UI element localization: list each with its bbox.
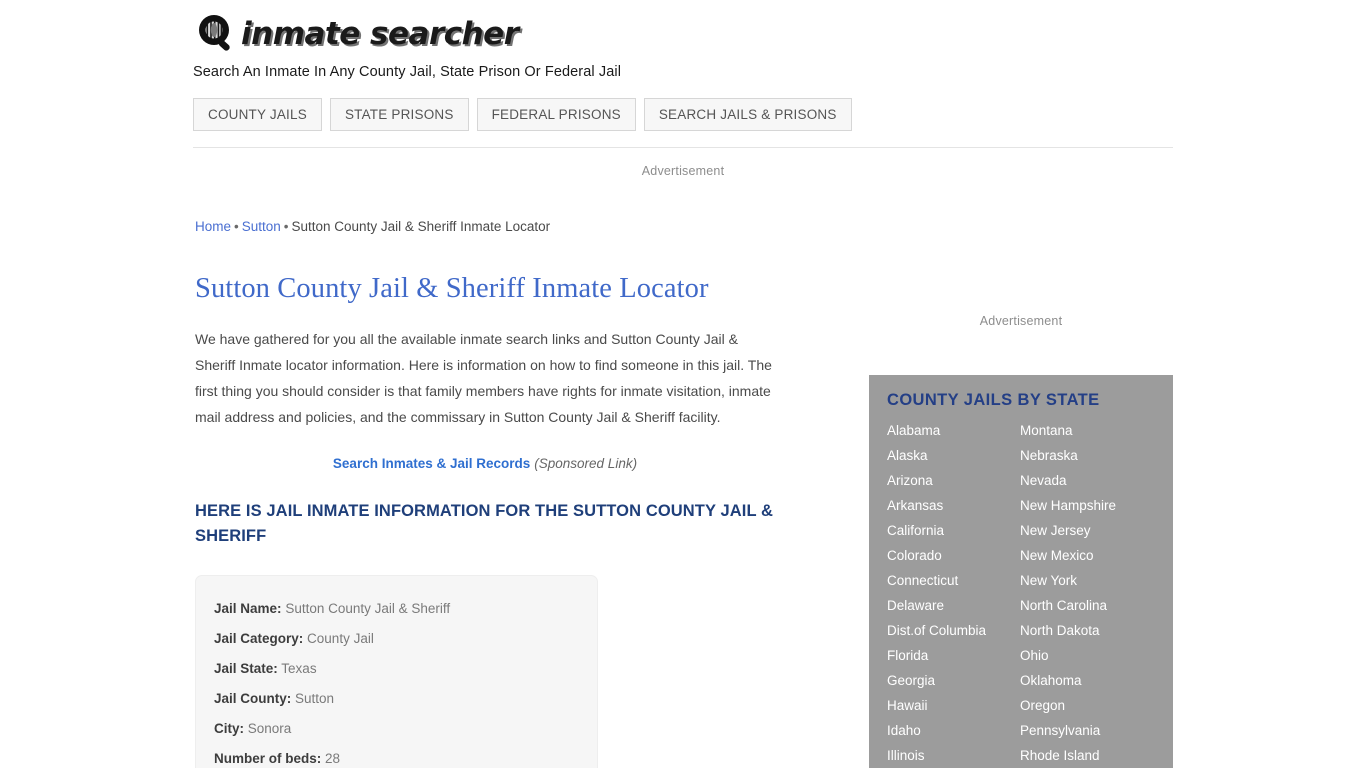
site-header: inmate searcher Search An Inmate In Any … bbox=[193, 10, 1173, 80]
breadcrumb-separator-2: • bbox=[283, 219, 289, 234]
info-value-jail-name: Sutton County Jail & Sheriff bbox=[285, 601, 451, 616]
magnifier-prison-icon bbox=[193, 11, 239, 57]
info-label-number-of-beds: Number of beds: bbox=[214, 751, 322, 766]
breadcrumb-separator-1: • bbox=[234, 219, 239, 234]
state-link-new-york[interactable]: New York bbox=[1020, 568, 1155, 593]
section-heading: HERE IS JAIL INMATE INFORMATION FOR THE … bbox=[195, 502, 774, 545]
state-link-north-dakota[interactable]: North Dakota bbox=[1020, 618, 1155, 643]
state-link-pennsylvania[interactable]: Pennsylvania bbox=[1020, 718, 1155, 743]
info-row: Jail County: Sutton bbox=[214, 684, 579, 714]
nav-item-search-jails-prisons[interactable]: SEARCH JAILS & PRISONS bbox=[643, 98, 852, 131]
state-link-new-mexico[interactable]: New Mexico bbox=[1020, 543, 1155, 568]
site-logo[interactable]: inmate searcher bbox=[193, 10, 1173, 58]
info-value-jail-county: Sutton bbox=[295, 691, 335, 706]
state-link-hawaii[interactable]: Hawaii bbox=[887, 693, 1020, 718]
state-link-nebraska[interactable]: Nebraska bbox=[1020, 443, 1155, 468]
nav-item-state-prisons[interactable]: STATE PRISONS bbox=[329, 98, 469, 131]
state-link-new-hampshire[interactable]: New Hampshire bbox=[1020, 493, 1155, 518]
info-label-jail-category: Jail Category: bbox=[214, 631, 304, 646]
sidebar-county-jails-by-state: COUNTY JAILS BY STATE Alabama Alaska Ari… bbox=[869, 375, 1173, 768]
page-root: inmate searcher Search An Inmate In Any … bbox=[0, 0, 1366, 768]
state-link-illinois[interactable]: Illinois bbox=[887, 743, 1020, 768]
info-label-jail-county: Jail County: bbox=[214, 691, 292, 706]
state-link-north-carolina[interactable]: North Carolina bbox=[1020, 593, 1155, 618]
info-row: Number of beds: 28 bbox=[214, 744, 579, 768]
state-link-oklahoma[interactable]: Oklahoma bbox=[1020, 668, 1155, 693]
site-tagline: Search An Inmate In Any County Jail, Sta… bbox=[193, 64, 622, 80]
info-label-jail-state: Jail State: bbox=[214, 661, 278, 676]
info-value-city: Sonora bbox=[247, 721, 292, 736]
main-content: Home • Sutton • Sutton County Jail & Sheriff… bbox=[195, 218, 795, 768]
state-link-colorado[interactable]: Colorado bbox=[887, 543, 1020, 568]
state-link-arkansas[interactable]: Arkansas bbox=[887, 493, 1020, 518]
breadcrumb-home-link[interactable]: Home bbox=[195, 219, 231, 234]
state-link-dist-of-columbia[interactable]: Dist.of Columbia bbox=[887, 618, 1020, 643]
sponsored-link-row: Search Inmates & Jail Records (Sponsored … bbox=[195, 456, 775, 471]
state-link-georgia[interactable]: Georgia bbox=[887, 668, 1020, 693]
state-link-california[interactable]: California bbox=[887, 518, 1020, 543]
nav-item-county-jails[interactable]: COUNTY JAILS bbox=[193, 98, 322, 131]
intro-paragraph: We have gathered for you all the availab… bbox=[195, 331, 772, 425]
site-logo-text: inmate searcher bbox=[241, 16, 520, 53]
state-link-alabama[interactable]: Alabama bbox=[887, 418, 1020, 443]
state-link-florida[interactable]: Florida bbox=[887, 643, 1020, 668]
state-column-right: Montana Nebraska Nevada New Hampshire Ne… bbox=[1020, 418, 1155, 768]
main-navigation: COUNTY JAILS STATE PRISONS FEDERAL PRISO… bbox=[193, 98, 852, 131]
info-value-number-of-beds: 28 bbox=[325, 751, 341, 766]
info-row: Jail Category: County Jail bbox=[214, 624, 579, 654]
info-label-jail-name: Jail Name: bbox=[214, 601, 282, 616]
advertisement-label-top: Advertisement bbox=[641, 164, 725, 178]
state-links-grid: Alabama Alaska Arizona Arkansas Californ… bbox=[887, 418, 1155, 768]
state-link-ohio[interactable]: Ohio bbox=[1020, 643, 1155, 668]
state-link-alaska[interactable]: Alaska bbox=[887, 443, 1020, 468]
state-link-delaware[interactable]: Delaware bbox=[887, 593, 1020, 618]
info-row: Jail Name: Sutton County Jail & Sheriff bbox=[214, 594, 579, 624]
sidebar-title: COUNTY JAILS BY STATE bbox=[887, 391, 1100, 409]
state-link-montana[interactable]: Montana bbox=[1020, 418, 1155, 443]
state-link-oregon[interactable]: Oregon bbox=[1020, 693, 1155, 718]
info-label-city: City: bbox=[214, 721, 244, 736]
breadcrumb-current: Sutton County Jail & Sheriff Inmate Loca… bbox=[291, 219, 551, 234]
breadcrumb-county-link[interactable]: Sutton bbox=[242, 219, 281, 234]
info-row: Jail State: Texas bbox=[214, 654, 579, 684]
header-divider bbox=[193, 147, 1173, 148]
state-link-nevada[interactable]: Nevada bbox=[1020, 468, 1155, 493]
state-link-rhode-island[interactable]: Rhode Island bbox=[1020, 743, 1155, 768]
state-link-arizona[interactable]: Arizona bbox=[887, 468, 1020, 493]
page-title: Sutton County Jail & Sheriff Inmate Loca… bbox=[195, 273, 709, 304]
info-value-jail-category: County Jail bbox=[307, 631, 374, 646]
state-link-connecticut[interactable]: Connecticut bbox=[887, 568, 1020, 593]
search-inmates-records-link[interactable]: Search Inmates & Jail Records bbox=[333, 456, 530, 471]
jail-info-box: Jail Name: Sutton County Jail & Sheriff … bbox=[195, 575, 598, 768]
advertisement-label-sidebar: Advertisement bbox=[979, 314, 1063, 328]
state-link-new-jersey[interactable]: New Jersey bbox=[1020, 518, 1155, 543]
info-row: City: Sonora bbox=[214, 714, 579, 744]
sponsored-note: (Sponsored Link) bbox=[534, 456, 638, 471]
state-link-idaho[interactable]: Idaho bbox=[887, 718, 1020, 743]
info-value-jail-state: Texas bbox=[281, 661, 317, 676]
breadcrumb: Home • Sutton • Sutton County Jail & Sheriff… bbox=[195, 218, 795, 236]
state-column-left: Alabama Alaska Arizona Arkansas Californ… bbox=[887, 418, 1020, 768]
nav-item-federal-prisons[interactable]: FEDERAL PRISONS bbox=[476, 98, 636, 131]
